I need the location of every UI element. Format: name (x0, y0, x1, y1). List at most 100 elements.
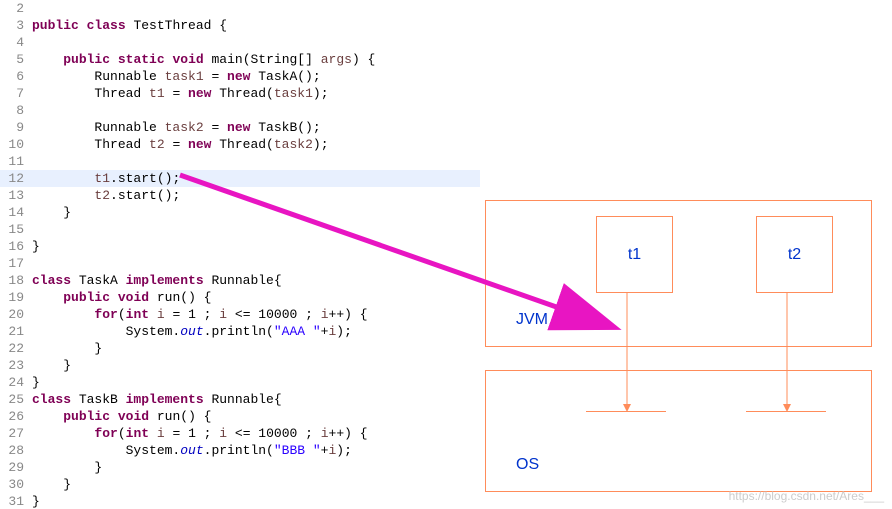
code-content: class TaskA implements Runnable{ (32, 272, 480, 289)
code-content: Runnable task1 = new TaskA(); (32, 68, 480, 85)
thread-t2-box: t2 (756, 216, 833, 293)
code-line: 8 (0, 102, 480, 119)
code-line: 16} (0, 238, 480, 255)
code-editor: 23public class TestThread {45 public sta… (0, 0, 480, 509)
line-number: 15 (0, 221, 32, 238)
line-number: 26 (0, 408, 32, 425)
code-line: 17 (0, 255, 480, 272)
code-content (32, 153, 480, 170)
code-content: public static void main(String[] args) { (32, 51, 480, 68)
code-content: } (32, 493, 480, 509)
code-line: 30 } (0, 476, 480, 493)
line-number: 13 (0, 187, 32, 204)
jvm-os-diagram: JVM t1 t2 OS (480, 200, 880, 500)
code-line: 11 (0, 153, 480, 170)
line-number: 22 (0, 340, 32, 357)
line-number: 28 (0, 442, 32, 459)
line-number: 4 (0, 34, 32, 51)
code-line: 19 public void run() { (0, 289, 480, 306)
code-content: t2.start(); (32, 187, 480, 204)
code-content: Thread t2 = new Thread(task2); (32, 136, 480, 153)
code-content (32, 34, 480, 51)
code-line: 5 public static void main(String[] args)… (0, 51, 480, 68)
code-content (32, 255, 480, 272)
code-line: 12 t1.start(); (0, 170, 480, 187)
line-number: 7 (0, 85, 32, 102)
line-number: 20 (0, 306, 32, 323)
code-content: } (32, 476, 480, 493)
line-number: 9 (0, 119, 32, 136)
code-line: 21 System.out.println("AAA "+i); (0, 323, 480, 340)
code-line: 28 System.out.println("BBB "+i); (0, 442, 480, 459)
code-line: 23 } (0, 357, 480, 374)
code-line: 18class TaskA implements Runnable{ (0, 272, 480, 289)
code-content: Thread t1 = new Thread(task1); (32, 85, 480, 102)
code-content: public void run() { (32, 408, 480, 425)
code-line: 25class TaskB implements Runnable{ (0, 391, 480, 408)
line-number: 30 (0, 476, 32, 493)
code-line: 15 (0, 221, 480, 238)
code-line: 9 Runnable task2 = new TaskB(); (0, 119, 480, 136)
code-content: class TaskB implements Runnable{ (32, 391, 480, 408)
os-thread-line-1 (586, 411, 666, 412)
os-box: OS (485, 370, 872, 492)
code-content: System.out.println("AAA "+i); (32, 323, 480, 340)
code-content (32, 0, 480, 17)
code-content: public void run() { (32, 289, 480, 306)
line-number: 23 (0, 357, 32, 374)
code-line: 2 (0, 0, 480, 17)
line-number: 31 (0, 493, 32, 509)
os-thread-line-2 (746, 411, 826, 412)
line-number: 14 (0, 204, 32, 221)
line-number: 11 (0, 153, 32, 170)
code-content: } (32, 459, 480, 476)
code-line: 6 Runnable task1 = new TaskA(); (0, 68, 480, 85)
code-content: } (32, 357, 480, 374)
code-content: } (32, 340, 480, 357)
code-line: 26 public void run() { (0, 408, 480, 425)
line-number: 21 (0, 323, 32, 340)
code-content: } (32, 238, 480, 255)
line-number: 19 (0, 289, 32, 306)
line-number: 18 (0, 272, 32, 289)
code-content: } (32, 374, 480, 391)
code-content: Runnable task2 = new TaskB(); (32, 119, 480, 136)
code-line: 31} (0, 493, 480, 509)
code-content (32, 221, 480, 238)
watermark: https://blog.csdn.net/Ares___ (729, 489, 884, 503)
code-line: 24} (0, 374, 480, 391)
code-content: for(int i = 1 ; i <= 10000 ; i++) { (32, 425, 480, 442)
code-line: 22 } (0, 340, 480, 357)
jvm-label: JVM (516, 311, 548, 329)
code-line: 29 } (0, 459, 480, 476)
line-number: 27 (0, 425, 32, 442)
code-line: 10 Thread t2 = new Thread(task2); (0, 136, 480, 153)
line-number: 8 (0, 102, 32, 119)
code-content: System.out.println("BBB "+i); (32, 442, 480, 459)
code-line: 3public class TestThread { (0, 17, 480, 34)
line-number: 24 (0, 374, 32, 391)
thread-t1-box: t1 (596, 216, 673, 293)
line-number: 16 (0, 238, 32, 255)
code-line: 27 for(int i = 1 ; i <= 10000 ; i++) { (0, 425, 480, 442)
line-number: 29 (0, 459, 32, 476)
code-line: 20 for(int i = 1 ; i <= 10000 ; i++) { (0, 306, 480, 323)
os-label: OS (516, 456, 539, 474)
line-number: 6 (0, 68, 32, 85)
jvm-box: JVM t1 t2 (485, 200, 872, 347)
code-line: 7 Thread t1 = new Thread(task1); (0, 85, 480, 102)
code-line: 4 (0, 34, 480, 51)
code-content (32, 102, 480, 119)
line-number: 2 (0, 0, 32, 17)
code-content: } (32, 204, 480, 221)
line-number: 5 (0, 51, 32, 68)
code-line: 14 } (0, 204, 480, 221)
line-number: 10 (0, 136, 32, 153)
line-number: 17 (0, 255, 32, 272)
line-number: 12 (0, 170, 32, 187)
code-line: 13 t2.start(); (0, 187, 480, 204)
line-number: 3 (0, 17, 32, 34)
line-number: 25 (0, 391, 32, 408)
code-content: t1.start(); (32, 170, 480, 187)
code-content: for(int i = 1 ; i <= 10000 ; i++) { (32, 306, 480, 323)
